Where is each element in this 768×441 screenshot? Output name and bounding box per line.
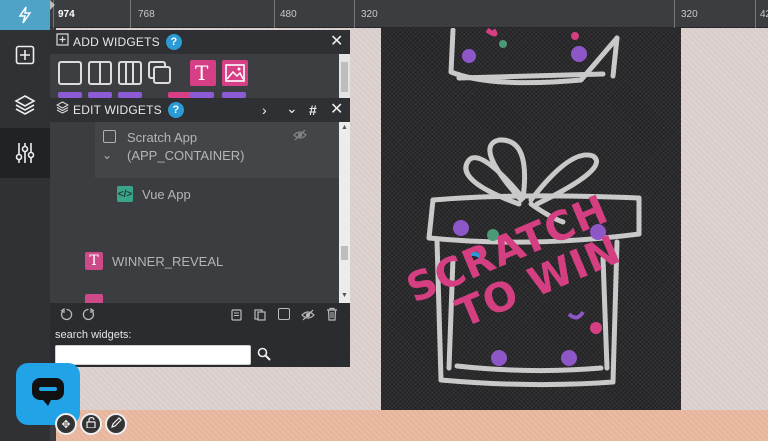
lightning-icon (18, 6, 32, 24)
text-widget-icon (85, 294, 103, 303)
search-icon[interactable] (257, 347, 271, 366)
widget-tree: Scratch App (APP_CONTAINER) ⌄ </> Vue Ap… (50, 122, 339, 303)
ruler-label: 320 (361, 9, 378, 20)
scratch-card-preview[interactable]: SCRATCH TO WIN (381, 28, 681, 410)
close-icon[interactable]: ✕ (330, 102, 343, 118)
undo-icon[interactable] (60, 307, 73, 326)
horizontal-ruler[interactable]: 974 768 480 320 320 42 (50, 0, 768, 28)
tree-item-label: Scratch App (127, 130, 198, 145)
paste-icon[interactable] (253, 308, 266, 326)
trash-icon[interactable] (326, 307, 338, 326)
widget-palette: T (50, 54, 339, 98)
ruler-label: 42 (760, 9, 768, 20)
checkbox[interactable] (103, 130, 116, 143)
add-square-icon (56, 33, 69, 51)
close-icon[interactable]: ✕ (330, 34, 343, 50)
text-widget-icon[interactable]: T (190, 60, 216, 86)
tree-item-vue-app[interactable]: </> Vue App (50, 178, 338, 218)
text-widget-icon: T (85, 252, 103, 270)
layers-icon (55, 101, 70, 119)
eye-off-icon[interactable] (301, 308, 315, 326)
unlock-icon (86, 415, 96, 433)
chevron-down-icon[interactable]: ⌄ (102, 148, 112, 162)
edit-tool-button[interactable] (105, 413, 127, 435)
ruler-label: 768 (138, 9, 155, 20)
ruler-label: 974 (58, 9, 75, 20)
edit-widgets-header: EDIT WIDGETS ? › ⌄ # ✕ (50, 98, 350, 122)
add-widgets-scrollbar[interactable] (339, 54, 350, 98)
container-widget-icon[interactable] (58, 61, 82, 85)
tree-item-scratch-app[interactable]: Scratch App (APP_CONTAINER) ⌄ (95, 122, 339, 178)
image-widget-icon[interactable] (222, 60, 248, 86)
layers-button[interactable] (0, 80, 50, 130)
sliders-icon (15, 142, 35, 164)
add-widgets-title: ADD WIDGETS (73, 35, 160, 49)
edit-widgets-panel: EDIT WIDGETS ? › ⌄ # ✕ Scratch App (APP_… (50, 98, 350, 303)
edit-widgets-title: EDIT WIDGETS (73, 103, 162, 117)
add-widgets-panel: ADD WIDGETS ? ✕ T (50, 30, 350, 98)
canvas-page-background (56, 410, 768, 441)
help-icon[interactable]: ? (167, 102, 184, 118)
chat-icon (31, 377, 65, 412)
checkbox-icon[interactable] (278, 308, 290, 320)
stack-widget-icon[interactable] (148, 61, 172, 85)
pencil-icon (110, 415, 122, 433)
lock-tool-button[interactable] (80, 413, 102, 435)
ruler-label: 320 (681, 9, 698, 20)
tree-item-label: WINNER_REVEAL (112, 254, 224, 269)
settings-button[interactable] (0, 128, 50, 178)
tree-item-label: Vue App (142, 187, 191, 202)
edit-widgets-scrollbar[interactable]: ▲ ▼ (339, 122, 350, 303)
help-icon[interactable]: ? (165, 34, 182, 50)
move-icon: ✥ (61, 418, 71, 431)
tree-item-partial[interactable] (50, 294, 338, 303)
add-widgets-header: ADD WIDGETS ? ✕ (50, 30, 350, 54)
add-widget-button[interactable] (0, 30, 50, 80)
ruler-marker-icon (50, 0, 55, 10)
search-widgets-label: search widgets: (55, 329, 132, 341)
tree-item-winner-reveal[interactable]: T WINNER_REVEAL (50, 246, 338, 280)
tree-item-type: (APP_CONTAINER) (127, 148, 245, 163)
layers-icon (14, 94, 36, 116)
chevron-down-icon[interactable]: ⌄ (286, 100, 298, 116)
chevron-right-icon[interactable]: › (262, 102, 267, 118)
move-tool-button[interactable]: ✥ (55, 413, 77, 435)
copy-icon[interactable] (230, 308, 243, 326)
add-square-icon (15, 45, 35, 65)
ruler-label: 480 (280, 9, 297, 20)
hash-icon[interactable]: # (309, 102, 317, 118)
two-column-widget-icon[interactable] (88, 61, 112, 85)
code-icon: </> (117, 186, 133, 202)
three-column-widget-icon[interactable] (118, 61, 142, 85)
search-widgets-input[interactable] (55, 345, 251, 365)
redo-icon[interactable] (82, 307, 95, 326)
eye-off-icon[interactable] (293, 128, 307, 146)
lightning-button[interactable] (0, 0, 50, 30)
edit-widgets-footer: search widgets: (50, 303, 350, 367)
